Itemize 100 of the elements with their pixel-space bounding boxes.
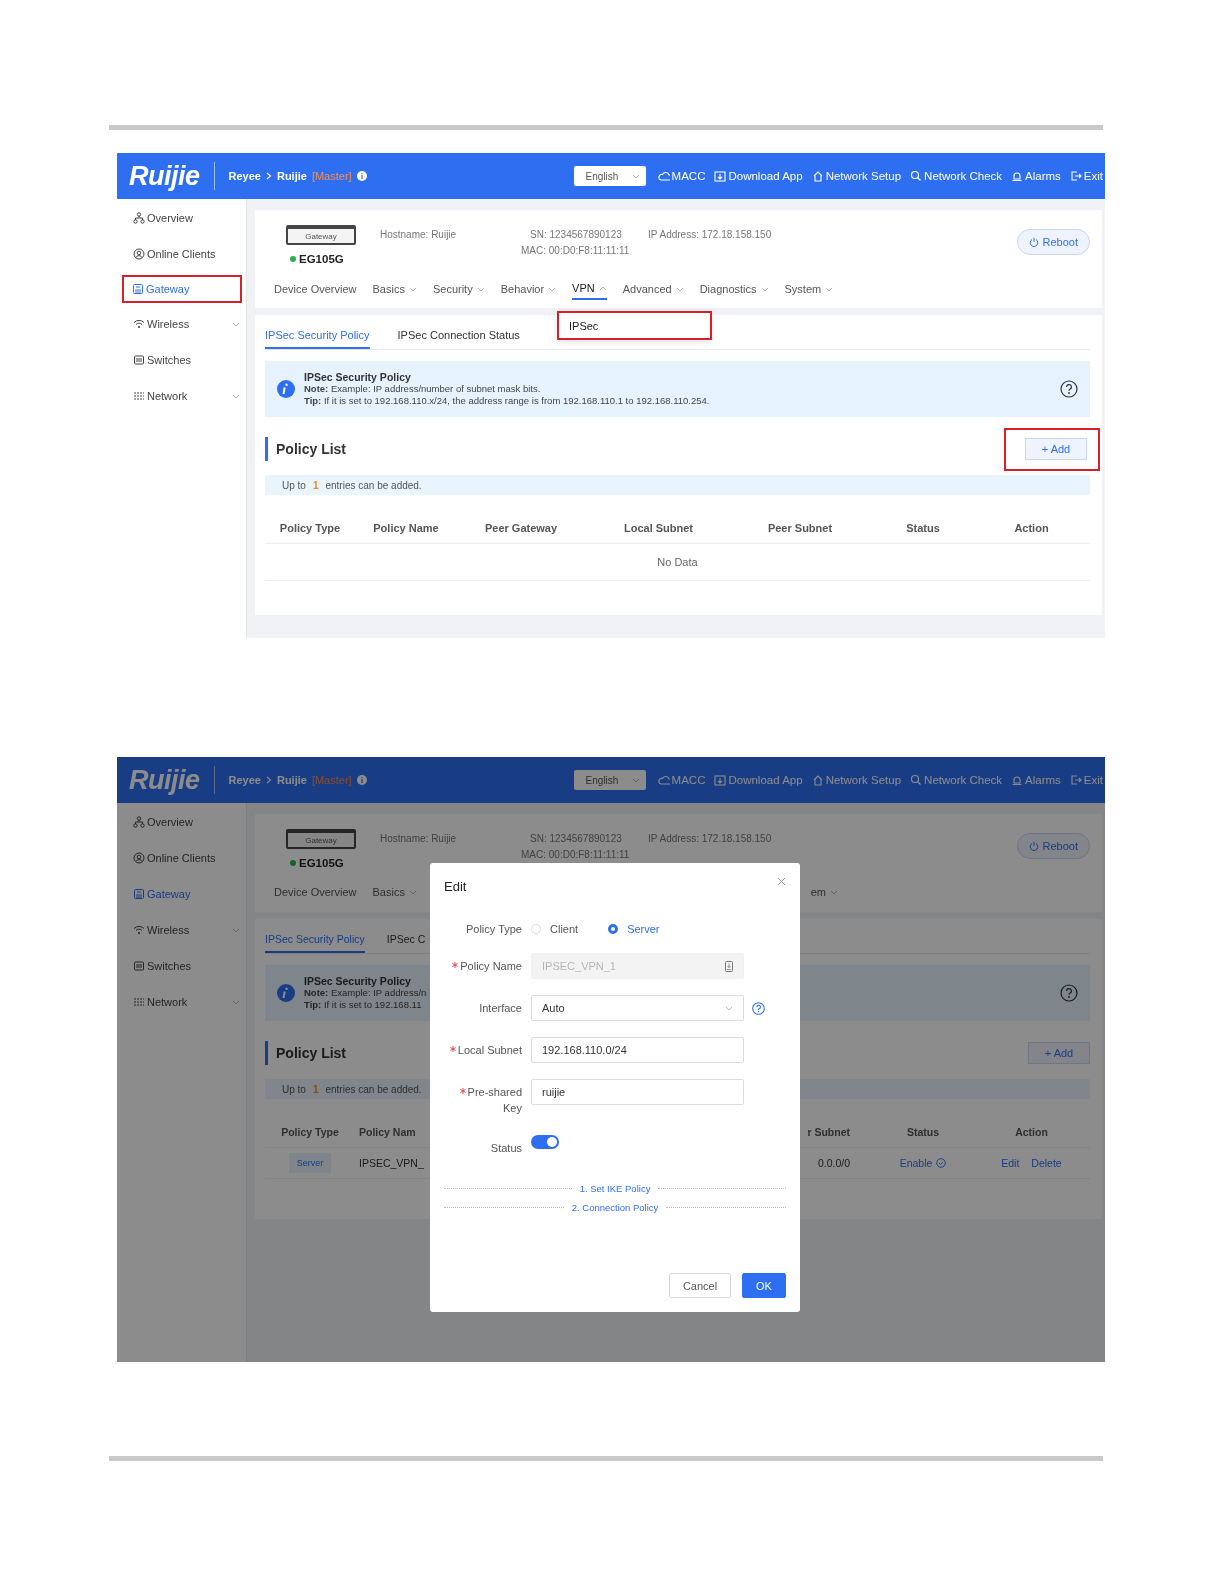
sidebar-item[interactable]: Wireless [117,313,246,335]
add-button[interactable]: + Add [1028,1042,1090,1064]
header-link[interactable]: Network Check [910,774,1003,786]
caret-icon [232,999,240,1005]
select-field[interactable]: Auto [531,995,744,1021]
serial-text: SN: 1234567890123 [530,229,623,240]
nav-tab[interactable]: System [784,282,834,300]
help-icon[interactable] [1060,380,1078,398]
column-header: Action [1013,522,1050,534]
breadcrumb-item[interactable]: Ruijie [276,774,307,786]
help-icon[interactable] [1060,984,1078,1002]
caret-icon [675,286,684,292]
caret-icon [598,285,607,291]
sidebar-item[interactable]: Gateway [117,883,246,905]
table-cell: IPSEC_VPN_ [359,1157,424,1169]
reboot-button[interactable]: Reboot [1016,229,1090,255]
sidebar-item[interactable]: Network [117,991,246,1013]
search-icon [910,170,923,182]
column-header: Local Subnet [622,522,695,534]
sidebar-item[interactable]: Switches [117,955,246,977]
document-icon [725,960,733,972]
nav-tab[interactable]: Advanced [622,282,684,300]
header-link[interactable]: Download App [714,170,803,182]
header-link[interactable]: Exit [1069,774,1103,786]
breadcrumb-item[interactable]: Ruijie [276,170,307,182]
add-button[interactable]: + Add [1025,437,1087,460]
tip-text: Tip: If it is set to 192.168.11 [304,999,422,1011]
limit-count: 1 [312,1083,319,1095]
sub-tab[interactable]: IPSec Security Policy [265,933,365,953]
bell-icon [1011,774,1024,786]
radio-button[interactable] [608,924,619,934]
logo: Ruijie [129,162,215,190]
header-link[interactable]: Alarms [1011,170,1061,182]
language-select[interactable]: English [573,166,646,186]
radio-option[interactable]: Server [608,923,660,935]
breadcrumb-item[interactable]: Reyee [228,170,261,182]
sidebar-item[interactable]: Switches [117,349,246,371]
input-field[interactable]: ruijie [531,1079,744,1105]
column-header: Peer Subnet [766,522,834,534]
topology-icon [133,816,145,828]
sidebar-item[interactable]: Network [117,385,246,407]
section-link[interactable]: 1. Set IKE Policy [579,1183,651,1194]
sidebar-item[interactable]: Wireless [117,919,246,941]
info-icon [277,380,295,398]
nav-tab[interactable]: Device Overview [274,282,357,300]
field-label: Policy Name [452,958,522,974]
column-header: Action [1014,1126,1049,1138]
header-link[interactable]: Network Check [910,170,1003,182]
cancel-button[interactable]: Cancel [669,1273,731,1298]
header-link[interactable]: Alarms [1011,774,1061,786]
header-link[interactable]: Network Setup [811,774,902,786]
sub-tab[interactable]: IPSec C [386,933,426,953]
caret-icon [408,889,417,895]
nav-tab[interactable]: Device Overview [274,886,357,902]
empty-text: No Data [657,556,698,568]
header-link[interactable]: Download App [714,774,803,786]
header-link[interactable]: MACC [657,170,706,182]
action-link[interactable]: Edit [1001,1157,1020,1169]
radio-label: Client [550,923,579,935]
type-tag: Server [288,1153,332,1173]
header-link[interactable]: Exit [1069,170,1103,182]
sidebar-item[interactable]: Overview [117,811,246,833]
field-label: Policy Type [465,922,522,937]
section-title: Policy List [265,437,347,461]
reboot-button[interactable]: Reboot [1016,833,1090,859]
hostname-text: Hostname: Ruijie [380,229,458,240]
ip-address-text: IP Address: 172.18.158.150 [648,229,772,240]
input-field[interactable]: 192.168.110.0/24 [531,1037,744,1063]
nav-tab[interactable]: VPN [572,282,607,300]
sidebar-item[interactable]: Online Clients [117,243,246,265]
nav-tab[interactable]: Basics [372,282,417,300]
nav-tab[interactable]: Basics [372,886,417,902]
action-link[interactable]: Delete [1031,1157,1062,1169]
column-header: r Subnet [806,1126,851,1138]
header-link[interactable]: Network Setup [811,170,902,182]
nav-tab[interactable]: Security [432,282,485,300]
breadcrumb-item[interactable]: Reyee [228,774,261,786]
nav-tab[interactable]: Behavior [500,282,557,300]
limit-text: entries can be added. [325,1083,422,1095]
header-link[interactable]: MACC [657,774,706,786]
section-link[interactable]: 2. Connection Policy [571,1202,659,1213]
ok-button[interactable]: OK [742,1273,786,1298]
switch-icon [133,960,145,972]
close-icon[interactable] [777,877,786,886]
sub-tab[interactable]: IPSec Connection Status [397,329,520,349]
nav-tab[interactable]: em [810,886,838,902]
nav-tab[interactable]: Diagnostics [699,282,769,300]
dialog-title: Edit [444,879,467,894]
column-header: Policy Nam [358,1126,417,1138]
sub-tab[interactable]: IPSec Security Policy [265,329,370,349]
exit-icon [1069,170,1082,182]
topology-icon [133,212,145,224]
language-select[interactable]: English [573,770,646,790]
sidebar-item[interactable]: Overview [117,207,246,229]
sidebar-item[interactable]: Online Clients [117,847,246,869]
menu-item[interactable]: IPSec [569,319,599,332]
field-label: Status [490,1141,522,1156]
radio-option[interactable]: Client [531,923,579,935]
toggle-switch[interactable] [531,1135,559,1149]
sidebar-item[interactable]: Gateway [124,277,240,301]
